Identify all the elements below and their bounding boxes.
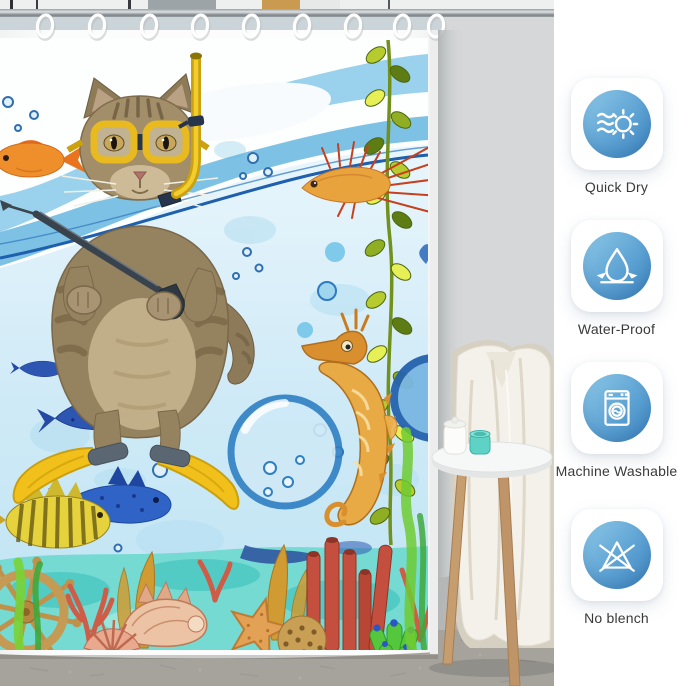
product-image: Quick Dry Water-Proof (0, 0, 679, 686)
feature-water-proof: Water-Proof (554, 220, 679, 337)
feature-label: No blench (554, 610, 679, 626)
feature-label: Water-Proof (554, 321, 679, 337)
feature-badge-card (571, 78, 663, 170)
feature-label: Quick Dry (554, 179, 679, 195)
feature-no-bleach: No blench (554, 509, 679, 626)
no-bleach-icon (595, 533, 639, 577)
feature-badge (583, 521, 651, 589)
quick-dry-icon (595, 102, 639, 146)
feature-badge-card (571, 509, 663, 601)
feature-badge (583, 232, 651, 300)
feature-badge (583, 90, 651, 158)
features-panel: Quick Dry Water-Proof (554, 0, 679, 686)
feature-machine-washable: Machine Washable (554, 362, 679, 479)
shower-curtain (0, 30, 474, 679)
curtain-rod (0, 9, 554, 17)
product-photo (0, 0, 554, 686)
teal-cup (470, 431, 490, 455)
feature-badge-card (571, 362, 663, 454)
jar (444, 417, 466, 454)
machine-washable-icon (595, 386, 639, 430)
feature-quick-dry: Quick Dry (554, 78, 679, 195)
feature-badge-card (571, 220, 663, 312)
large-bubble (231, 398, 339, 506)
water-proof-icon (595, 244, 639, 288)
feature-label: Machine Washable (554, 463, 679, 479)
curtain-print (0, 38, 474, 679)
feature-badge (583, 374, 651, 442)
